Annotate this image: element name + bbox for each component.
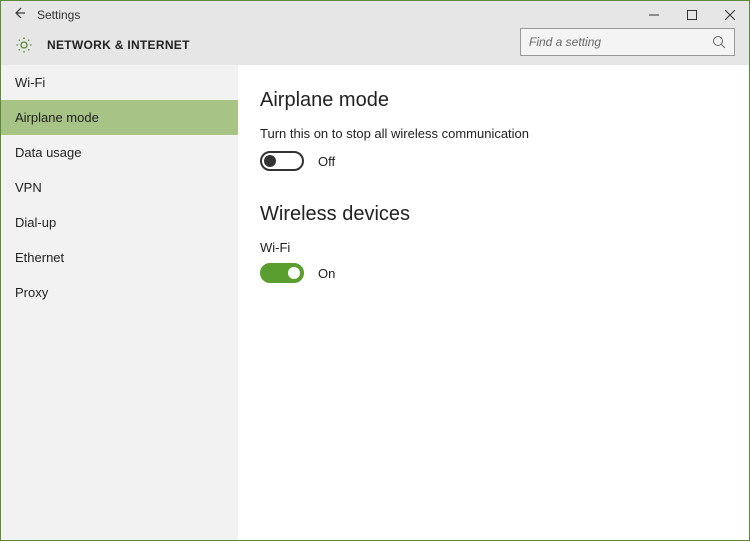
sidebar-item-label: Wi-Fi [15, 75, 45, 90]
sidebar-item-label: Data usage [15, 145, 82, 160]
window-title: Settings [37, 8, 80, 22]
airplane-toggle-label: Off [318, 154, 335, 169]
minimize-button[interactable] [635, 1, 673, 29]
sidebar-item-label: Ethernet [15, 250, 64, 265]
sidebar-item-ethernet[interactable]: Ethernet [1, 240, 238, 275]
wifi-device-label: Wi-Fi [260, 240, 727, 255]
sidebar-item-label: VPN [15, 180, 42, 195]
back-button[interactable] [1, 6, 37, 25]
wifi-toggle[interactable] [260, 263, 304, 283]
sidebar-item-proxy[interactable]: Proxy [1, 275, 238, 310]
page-heading: Airplane mode [260, 89, 727, 112]
header-bar: NETWORK & INTERNET [1, 29, 749, 65]
sidebar-item-label: Proxy [15, 285, 48, 300]
sidebar-item-data-usage[interactable]: Data usage [1, 135, 238, 170]
sidebar-item-dial-up[interactable]: Dial-up [1, 205, 238, 240]
sidebar: Wi-Fi Airplane mode Data usage VPN Dial-… [1, 65, 238, 540]
sidebar-item-label: Dial-up [15, 215, 56, 230]
search-icon [712, 35, 726, 49]
close-button[interactable] [711, 1, 749, 29]
airplane-mode-toggle[interactable] [260, 151, 304, 171]
sidebar-item-wifi[interactable]: Wi-Fi [1, 65, 238, 100]
wifi-toggle-label: On [318, 266, 335, 281]
sidebar-item-vpn[interactable]: VPN [1, 170, 238, 205]
wireless-heading: Wireless devices [260, 203, 727, 226]
content-pane: Airplane mode Turn this on to stop all w… [238, 65, 749, 540]
search-input[interactable] [529, 35, 712, 49]
section-title: NETWORK & INTERNET [47, 38, 190, 52]
maximize-button[interactable] [673, 1, 711, 29]
airplane-description: Turn this on to stop all wireless commun… [260, 126, 727, 141]
sidebar-item-airplane-mode[interactable]: Airplane mode [1, 100, 238, 135]
sidebar-item-label: Airplane mode [15, 110, 99, 125]
titlebar: Settings [1, 1, 749, 29]
search-box[interactable] [520, 28, 735, 56]
gear-icon [15, 36, 33, 54]
